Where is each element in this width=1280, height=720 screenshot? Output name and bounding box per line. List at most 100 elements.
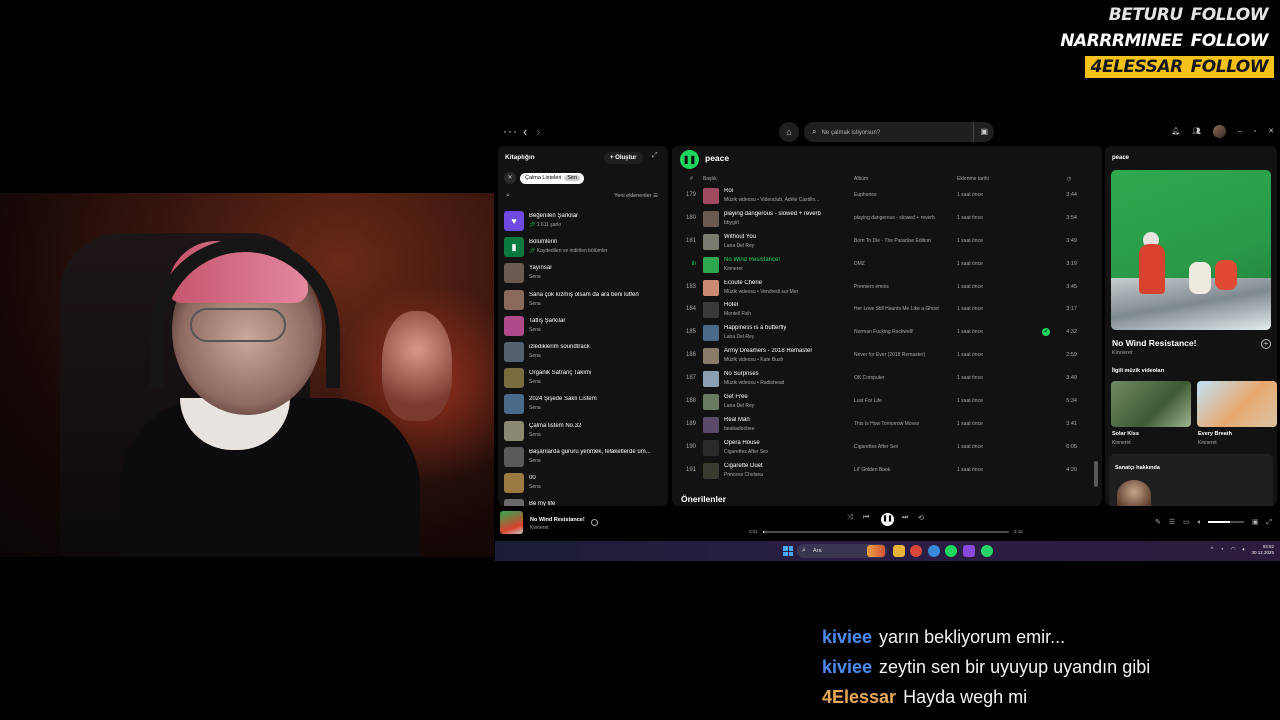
close-icon[interactable]: ✕ — [1268, 127, 1274, 135]
sort-dropdown[interactable]: Yeni eklenenler ☰ — [614, 193, 658, 199]
col-album[interactable]: Albüm — [854, 176, 868, 182]
track-row[interactable]: ılı No Wind Resistance! Kinneret DMZ 1 saat … — [672, 254, 1102, 277]
library-item[interactable]: ♥ Beğenilen Şarkılar 📌︎ 1.611 şarkı — [502, 208, 666, 234]
track-title[interactable]: Army Dreamers - 2018 Remaster — [724, 348, 812, 354]
track-artist[interactable]: Lana Del Rey — [724, 243, 754, 249]
repeat-icon[interactable]: ⟲ — [918, 514, 924, 522]
wifi-icon[interactable]: ◠ — [1230, 547, 1235, 553]
track-artist[interactable]: Müzik videosu • Kate Bush — [724, 357, 783, 363]
menu-dots-icon[interactable]: ··· — [503, 124, 518, 138]
track-row[interactable]: 188 Get Free Lana Del Rey Lust For Life 1 sa… — [672, 391, 1102, 414]
search-input[interactable]: ⌕ Ne çalmak istiyorsun? ▣ — [804, 122, 994, 142]
track-album[interactable]: Lust For Life — [854, 398, 882, 404]
chevron-up-icon[interactable]: ^ — [1211, 547, 1214, 553]
track-title[interactable]: Hotel — [724, 302, 738, 308]
video-title[interactable]: Every Breath — [1198, 431, 1232, 437]
track-row[interactable]: 181 Without You Lana Del Rey Born To Die - … — [672, 231, 1102, 254]
track-row[interactable]: 185 Happiness is a butterfly Lana Del Rey N… — [672, 322, 1102, 345]
video-title[interactable]: Solar Kiss — [1112, 431, 1139, 437]
track-album[interactable]: OK Computer — [854, 375, 885, 381]
maximize-icon[interactable]: ▫ — [1254, 128, 1256, 135]
track-artist[interactable]: Princess Chelsea — [724, 472, 763, 478]
now-playing-artist[interactable]: Kinneret — [1112, 350, 1133, 356]
library-item[interactable]: ▮ Bölümlerin 📌︎ Kaydedilen ve indirilen bö… — [502, 234, 666, 260]
track-album[interactable]: Cigarettes After Sex — [854, 444, 898, 450]
library-item[interactable]: Başarılarda gururu yenmek, felâketlerde … — [502, 444, 666, 470]
track-album[interactable]: Lil' Golden Book — [854, 467, 890, 473]
forward-arrow-icon[interactable]: › — [536, 124, 540, 139]
now-playing-header[interactable]: peace — [1112, 155, 1129, 161]
track-title[interactable]: playing dangerous - slowed + reverb — [724, 211, 821, 217]
windows-start-icon[interactable] — [783, 546, 793, 556]
track-row[interactable]: 190 Opera House Cigarettes After Sex Cigare… — [672, 437, 1102, 460]
library-item[interactable]: Yayınsal Sena — [502, 260, 666, 286]
spotify-icon[interactable] — [945, 545, 957, 557]
track-row[interactable]: 186 Army Dreamers - 2018 Remaster Müzik vi… — [672, 345, 1102, 368]
track-album[interactable]: Her Love Still Haunts Me Like a Ghost — [854, 306, 939, 312]
add-to-library-icon[interactable] — [591, 519, 598, 526]
taskbar-clock[interactable]: 03:52 30.12.2025 — [1251, 544, 1274, 556]
fullscreen-icon[interactable]: ⤢ — [1266, 519, 1272, 526]
video-thumbnail[interactable] — [1111, 381, 1191, 427]
track-title[interactable]: No Wind Resistance! — [724, 257, 780, 263]
video-artist[interactable]: Kinneret — [1112, 440, 1131, 446]
network-icon[interactable]: ◔ — [1220, 547, 1224, 553]
scrollbar[interactable] — [1094, 461, 1098, 487]
queue-icon[interactable]: ☰ — [1169, 519, 1175, 526]
browser-icon[interactable] — [910, 545, 922, 557]
track-artist[interactable]: Kinneret — [724, 266, 743, 272]
player-track-artist[interactable]: Kinneret — [530, 525, 549, 531]
pause-button[interactable]: ❚❚ — [881, 513, 894, 526]
library-item[interactable]: 00 Sena — [502, 470, 666, 496]
bell-icon[interactable]: 🔔︎ — [1171, 127, 1180, 135]
track-artist[interactable]: bbygirl — [724, 220, 739, 226]
file-explorer-icon[interactable] — [893, 545, 905, 557]
volume-slider[interactable] — [1207, 521, 1244, 524]
chrome-icon[interactable] — [928, 545, 940, 557]
track-title[interactable]: Without You — [724, 234, 756, 240]
track-album[interactable]: playing dangerous - slowed + reverb — [854, 215, 935, 221]
add-to-library-icon[interactable]: + — [1261, 339, 1271, 349]
track-artist[interactable]: Müzik videosu • Videoclub, Adèle Castill… — [724, 197, 819, 203]
track-row[interactable]: 179 Roi Müzik videosu • Videoclub, Adèle C… — [672, 185, 1102, 208]
create-button[interactable]: + Oluştur — [604, 152, 643, 164]
clear-filter-icon[interactable]: ✕ — [504, 172, 516, 184]
track-artist[interactable]: beabadoobee — [724, 426, 755, 432]
track-row[interactable]: 183 Écoute Chérie Müzik videosu • Vendredi… — [672, 277, 1102, 300]
track-album[interactable]: Never for Ever (2018 Remaster) — [854, 352, 925, 358]
track-artist[interactable]: Müzik videosu • Radiohead — [724, 380, 784, 386]
expand-icon[interactable]: ⤢ — [652, 152, 658, 160]
track-album[interactable]: Premiers émois — [854, 284, 889, 290]
track-row[interactable]: 189 Real Man beabadoobee This Is How Tomorr… — [672, 414, 1102, 437]
avatar[interactable] — [1212, 125, 1226, 138]
back-arrow-icon[interactable]: ‹ — [523, 124, 527, 139]
library-item[interactable]: Sana çok kızmış olsam da ara beni lütfen… — [502, 287, 666, 313]
player-album-art[interactable] — [500, 511, 523, 534]
video-thumbnail[interactable] — [1197, 381, 1277, 427]
next-icon[interactable]: ⏭︎ — [902, 514, 908, 522]
library-item[interactable]: Tatlış Şarkılar Sena — [502, 313, 666, 339]
browse-icon[interactable]: ▣ — [973, 122, 988, 142]
track-title[interactable]: Roi — [724, 188, 733, 194]
track-album[interactable]: Euphories — [854, 192, 877, 198]
track-title[interactable]: No Surprises — [724, 371, 759, 377]
track-artist[interactable]: Lana Del Rey — [724, 403, 754, 409]
track-row[interactable]: 180 playing dangerous - slowed + reverb bb… — [672, 208, 1102, 231]
filter-chip-playlists[interactable]: Çalma Listeleri Sen — [520, 173, 585, 184]
library-search-icon[interactable]: ⌕ — [506, 192, 510, 200]
track-artist[interactable]: Müzik videosu • Vendredi sur Mer — [724, 289, 798, 295]
track-artist[interactable]: Montell Fish — [724, 311, 751, 317]
track-title[interactable]: Real Man — [724, 417, 750, 423]
track-artist[interactable]: Lana Del Rey — [724, 334, 754, 340]
whatsapp-icon[interactable] — [981, 545, 993, 557]
library-item[interactable]: Be my life — [502, 496, 666, 506]
track-title[interactable]: Get Free — [724, 394, 748, 400]
progress-bar[interactable] — [763, 531, 1009, 533]
filter-chip-sub[interactable]: Sen — [564, 175, 581, 181]
track-title[interactable]: Happiness is a butterfly — [724, 325, 786, 331]
track-album[interactable]: Norman Fucking Rockwell! — [854, 329, 913, 335]
track-album[interactable]: Born To Die - The Paradise Edition — [854, 238, 931, 244]
library-item[interactable]: izlediklerim soundtrack Sena — [502, 339, 666, 365]
speaker-icon[interactable]: 🔈︎ — [1242, 547, 1246, 553]
player-track-title[interactable]: No Wind Resistance! — [530, 517, 585, 523]
